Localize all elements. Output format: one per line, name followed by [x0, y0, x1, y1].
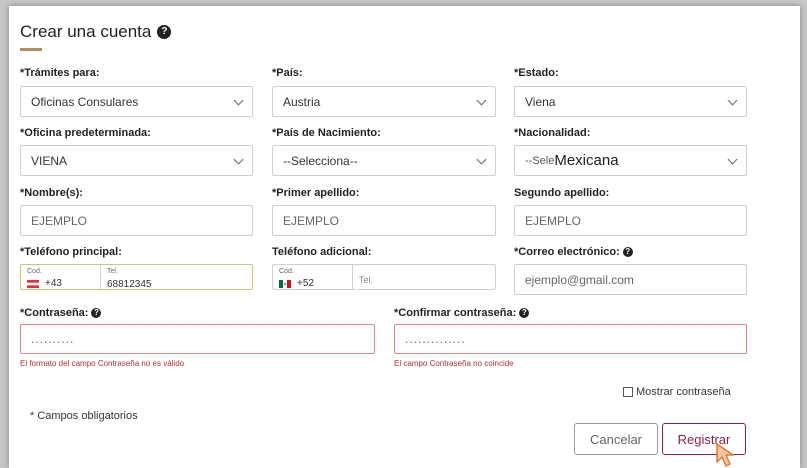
checkbox-icon[interactable]: [623, 387, 633, 397]
tramites-label: *Trámites para:: [20, 67, 100, 79]
tel-principal-code: +43: [45, 278, 62, 289]
nombre-label: *Nombre(s):: [20, 187, 83, 199]
cancel-button[interactable]: Cancelar: [574, 423, 658, 455]
chevron-down-icon: [476, 154, 487, 164]
chevron-down-icon: [476, 95, 487, 105]
confirmar-value: ..............: [405, 332, 466, 346]
create-account-card: [9, 6, 800, 468]
pais-nacimiento-label: *País de Nacimiento:: [272, 127, 381, 139]
tel-adicional-code-select[interactable]: Cod. +52: [273, 265, 353, 289]
page-title: Crear una cuenta ?: [20, 22, 172, 42]
tel-adicional-placeholder: Tel.: [359, 275, 374, 285]
contrasena-label: *Contraseña:?: [20, 307, 102, 319]
confirmar-label-text: *Confirmar contraseña:: [394, 307, 517, 319]
oficina-label: *Oficina predeterminada:: [20, 127, 151, 139]
confirmar-input[interactable]: ..............: [394, 324, 747, 354]
correo-input[interactable]: ejemplo@gmail.com: [514, 264, 747, 295]
segundo-apellido-label: Segundo apellido:: [514, 187, 610, 199]
tramites-value: Oficinas Consulares: [31, 94, 139, 109]
help-icon[interactable]: ?: [519, 308, 530, 319]
segundo-apellido-input[interactable]: EJEMPLO: [514, 205, 747, 236]
tel-adicional-input[interactable]: Cod. +52 Tel.: [272, 264, 496, 290]
pais-label: *País:: [272, 67, 303, 79]
estado-label: *Estado:: [514, 67, 559, 79]
confirmar-error: El campo Contraseña no coincide: [394, 359, 514, 368]
chevron-down-icon: [233, 154, 244, 164]
contrasena-input[interactable]: ..........: [20, 324, 375, 354]
contrasena-value: ..........: [31, 332, 75, 346]
nombre-input[interactable]: EJEMPLO: [20, 205, 253, 236]
help-icon[interactable]: ?: [91, 308, 102, 319]
correo-label: *Correo electrónico:?: [514, 246, 633, 258]
nacionalidad-value: Mexicana: [554, 152, 619, 169]
chevron-down-icon: [233, 95, 244, 105]
tel-principal-input[interactable]: Cod. +43 Tel. 68812345: [20, 264, 253, 290]
tel-adicional-code: +52: [297, 278, 314, 289]
oficina-value: VIENA: [31, 153, 68, 168]
austria-flag-icon: [27, 280, 39, 288]
page-title-text: Crear una cuenta: [20, 22, 152, 41]
pais-nacimiento-select[interactable]: --Selecciona--: [272, 145, 496, 176]
estado-value: Viena: [525, 94, 556, 109]
pais-nacimiento-value: --Selecciona--: [283, 153, 358, 168]
nacionalidad-label: *Nacionalidad:: [514, 127, 591, 139]
mexico-flag-icon: [279, 280, 291, 288]
nacionalidad-placeholder: --Sele: [525, 154, 555, 167]
oficina-select[interactable]: VIENA: [20, 145, 253, 176]
required-note: * Campos obligatorios: [30, 410, 138, 422]
primer-apellido-input[interactable]: EJEMPLO: [272, 205, 496, 236]
tel-adicional-label: Teléfono adicional:: [272, 246, 372, 258]
contrasena-error: El formato del campo Contraseña no es vá…: [20, 359, 185, 368]
segundo-apellido-value: EJEMPLO: [525, 213, 582, 228]
contrasena-label-text: *Contraseña:: [20, 307, 89, 319]
help-icon[interactable]: ?: [157, 25, 172, 39]
tel-label: Tel.: [107, 268, 118, 275]
chevron-down-icon: [727, 154, 738, 164]
show-password-label: Mostrar contraseña: [636, 386, 731, 398]
cod-label: Cod.: [279, 268, 294, 275]
estado-select[interactable]: Viena: [514, 86, 747, 117]
nombre-value: EJEMPLO: [31, 213, 88, 228]
pais-select[interactable]: Austria: [272, 86, 496, 117]
tramites-select[interactable]: Oficinas Consulares: [20, 86, 253, 117]
title-underline: [20, 48, 42, 51]
show-password-toggle[interactable]: Mostrar contraseña: [623, 386, 731, 398]
tel-principal-number: 68812345: [107, 279, 152, 290]
tel-principal-label: *Teléfono principal:: [20, 246, 122, 258]
tel-principal-code-select[interactable]: Cod. +43: [21, 265, 101, 289]
confirmar-label: *Confirmar contraseña:?: [394, 307, 530, 319]
chevron-down-icon: [727, 95, 738, 105]
help-icon[interactable]: ?: [622, 247, 633, 258]
primer-apellido-label: *Primer apellido:: [272, 187, 360, 199]
correo-value: ejemplo@gmail.com: [525, 272, 634, 287]
pais-value: Austria: [283, 94, 321, 109]
correo-label-text: *Correo electrónico:: [514, 246, 620, 258]
cod-label: Cod.: [27, 268, 42, 275]
pointer-arrow-icon: [716, 443, 734, 467]
nacionalidad-select[interactable]: --Sele Mexicana: [514, 145, 747, 176]
primer-apellido-value: EJEMPLO: [283, 213, 340, 228]
